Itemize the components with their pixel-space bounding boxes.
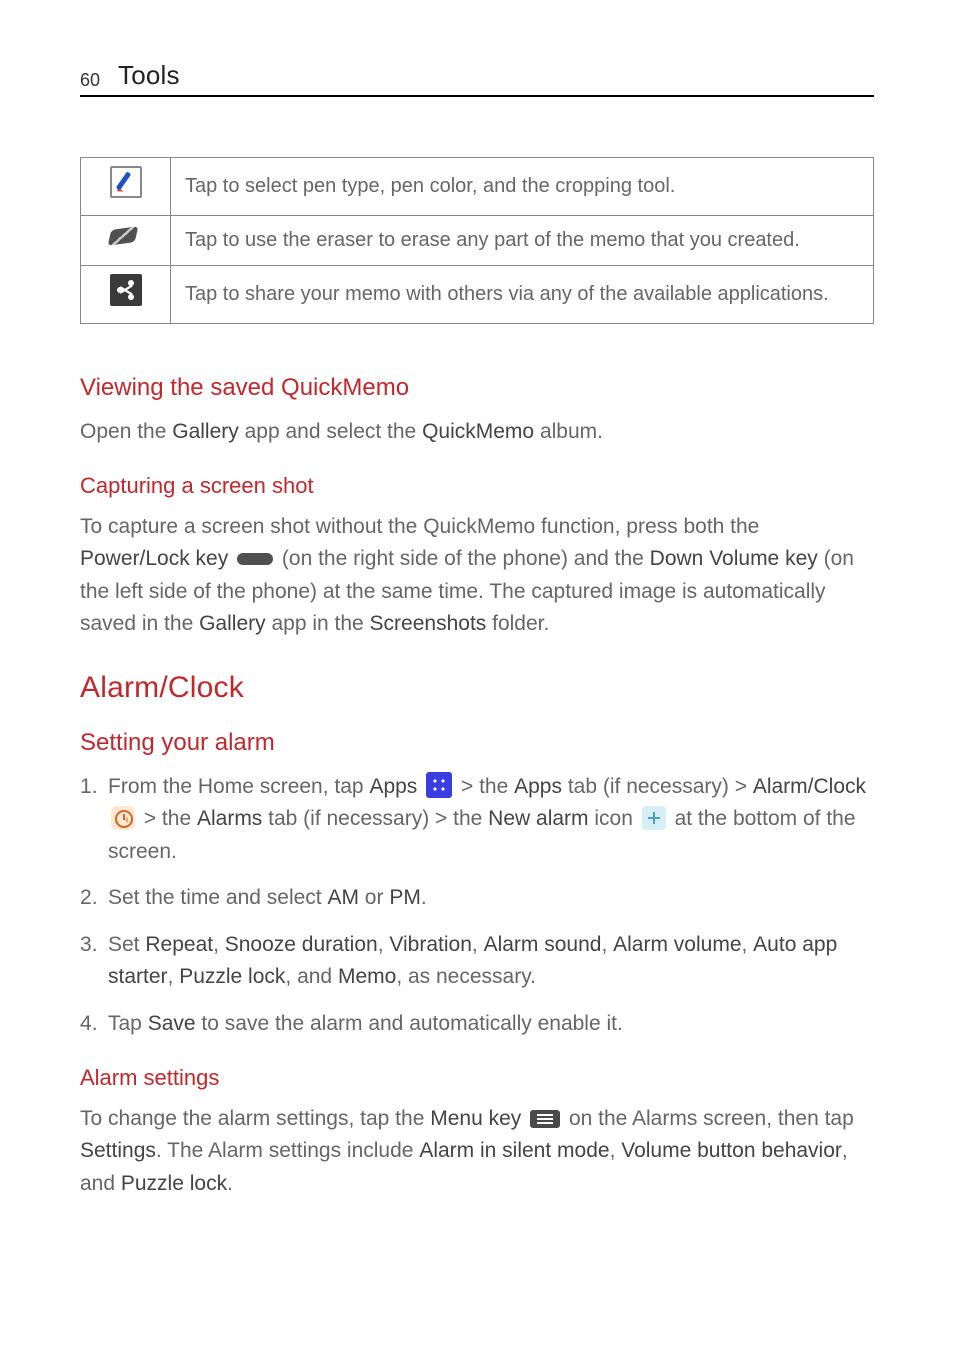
text-alarm-volume: Alarm volume [613, 933, 741, 956]
text: From the Home screen, tap [108, 775, 369, 798]
text: Set the time and select [108, 886, 327, 909]
text-volume-button-behavior: Volume button behavior [621, 1139, 842, 1162]
text-settings: Settings [80, 1139, 156, 1162]
table-row: Tap to select pen type, pen color, and t… [81, 158, 874, 216]
text-save: Save [148, 1012, 196, 1035]
icon-cell-share [81, 266, 171, 324]
text-down-volume-key: Down Volume key [650, 547, 818, 570]
table-cell-eraser-desc: Tap to use the eraser to erase any part … [171, 216, 874, 266]
text-power-lock-key: Power/Lock key [80, 547, 228, 570]
text: Set [108, 933, 145, 956]
header-title: Tools [118, 60, 180, 91]
text: icon [589, 807, 639, 830]
text: on the Alarms screen, then tap [563, 1107, 854, 1130]
paragraph-viewing: Open the Gallery app and select the Quic… [80, 416, 874, 449]
text: app in the [266, 612, 370, 635]
text: , [601, 933, 613, 956]
text: , [472, 933, 484, 956]
text-memo: Memo [338, 965, 396, 988]
text: or [359, 886, 389, 909]
text: album. [534, 420, 603, 443]
heading-capturing-screenshot: Capturing a screen shot [80, 473, 874, 499]
text: > the [455, 775, 514, 798]
text: tab (if necessary) > [562, 775, 753, 798]
text: folder. [486, 612, 549, 635]
text-apps: Apps [369, 775, 417, 798]
text-menu-key: Menu key [430, 1107, 521, 1130]
table-cell-share-desc: Tap to share your memo with others via a… [171, 266, 874, 324]
table-cell-pen-desc: Tap to select pen type, pen color, and t… [171, 158, 874, 216]
table-row: Tap to share your memo with others via a… [81, 266, 874, 324]
text-snooze: Snooze duration [225, 933, 378, 956]
heading-alarm-clock: Alarm/Clock [80, 671, 874, 705]
text-alarm-clock-app: Alarm/Clock [753, 775, 866, 798]
text-repeat: Repeat [145, 933, 213, 956]
text-pm: PM [389, 886, 421, 909]
text-vibration: Vibration [389, 933, 472, 956]
paragraph-capturing: To capture a screen shot without the Qui… [80, 511, 874, 641]
pen-icon [110, 166, 142, 198]
text-puzzle-lock-2: Puzzle lock [121, 1172, 227, 1195]
list-item: Set Repeat, Snooze duration, Vibration , … [80, 929, 874, 994]
tools-table: Tap to select pen type, pen color, and t… [80, 157, 874, 324]
text: , as necessary. [396, 965, 536, 988]
heading-viewing-quickmemo: Viewing the saved QuickMemo [80, 374, 874, 402]
heading-setting-alarm: Setting your alarm [80, 729, 874, 757]
text: , [742, 933, 754, 956]
alarm-clock-icon [111, 806, 135, 830]
icon-cell-eraser [81, 216, 171, 266]
text: , [610, 1139, 622, 1162]
text-quickmemo-album: QuickMemo [422, 420, 534, 443]
text-gallery-app: Gallery [172, 420, 239, 443]
text: to save the alarm and automatically enab… [196, 1012, 623, 1035]
text-alarms-tab: Alarms [197, 807, 262, 830]
text-alarm-silent-mode: Alarm in silent mode [419, 1139, 609, 1162]
text: > the [138, 807, 197, 830]
page-number: 60 [80, 70, 100, 91]
text: , [168, 965, 180, 988]
text-puzzle-lock: Puzzle lock [179, 965, 285, 988]
page-root: 60 Tools Tap to select pen type, pen col… [0, 0, 954, 1270]
text-am: AM [327, 886, 359, 909]
list-item: Set the time and select AM or PM. [80, 882, 874, 915]
text-new-alarm: New alarm [488, 807, 588, 830]
text-alarm-sound: Alarm sound [484, 933, 602, 956]
text: Tap [108, 1012, 148, 1035]
text-gallery-app-2: Gallery [199, 612, 266, 635]
apps-icon [426, 772, 452, 798]
plus-icon [642, 806, 666, 830]
table-row: Tap to use the eraser to erase any part … [81, 216, 874, 266]
text: To capture a screen shot without the Qui… [80, 515, 759, 538]
text: app and select the [239, 420, 422, 443]
text: Open the [80, 420, 172, 443]
text: To change the alarm settings, tap the [80, 1107, 430, 1130]
menu-key-icon [530, 1110, 560, 1128]
icon-cell-pen [81, 158, 171, 216]
list-item: Tap Save to save the alarm and automatic… [80, 1008, 874, 1041]
text-apps-tab: Apps [514, 775, 562, 798]
text: . The Alarm settings include [156, 1139, 419, 1162]
steps-list: From the Home screen, tap Apps > the App… [80, 771, 874, 1041]
text-screenshots-folder: Screenshots [370, 612, 487, 635]
list-item: From the Home screen, tap Apps > the App… [80, 771, 874, 869]
text: . [421, 886, 427, 909]
text: , and [285, 965, 338, 988]
text: . [227, 1172, 233, 1195]
eraser-icon [108, 225, 144, 247]
paragraph-alarm-settings: To change the alarm settings, tap the Me… [80, 1103, 874, 1201]
heading-alarm-settings: Alarm settings [80, 1065, 874, 1091]
text: tab (if necessary) > the [262, 807, 488, 830]
text: , [213, 933, 225, 956]
text: (on the right side of the phone) and the [276, 547, 650, 570]
share-icon [110, 274, 142, 306]
text: , [378, 933, 390, 956]
power-lock-key-icon [237, 553, 273, 565]
page-header: 60 Tools [80, 60, 874, 97]
